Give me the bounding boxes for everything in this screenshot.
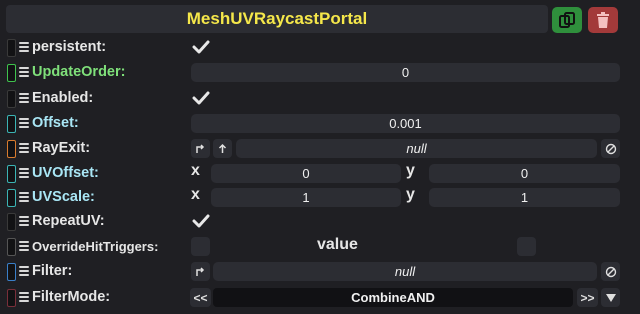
duplicate-icon bbox=[559, 12, 575, 28]
type-chip[interactable] bbox=[7, 64, 16, 82]
row-filter-mode: FilterMode: << CombineAND >> bbox=[0, 286, 640, 310]
uv-offset-y-field[interactable]: 0 bbox=[429, 164, 620, 183]
drag-handle-icon[interactable] bbox=[19, 216, 29, 226]
x-axis-label: x bbox=[191, 162, 200, 179]
x-axis-label: x bbox=[191, 186, 200, 203]
type-chip[interactable] bbox=[7, 115, 16, 133]
persistent-label: persistent: bbox=[32, 39, 107, 55]
drag-handle-icon[interactable] bbox=[19, 168, 29, 178]
drag-handle-icon[interactable] bbox=[19, 143, 29, 153]
drag-handle-icon[interactable] bbox=[19, 292, 29, 302]
update-order-field[interactable]: 0 bbox=[191, 63, 620, 82]
enabled-checkbox[interactable] bbox=[192, 89, 210, 107]
uv-scale-y-field[interactable]: 1 bbox=[429, 188, 620, 207]
uv-scale-x-field[interactable]: 1 bbox=[211, 188, 401, 207]
offset-label: Offset: bbox=[32, 115, 79, 131]
drag-handle-icon[interactable] bbox=[19, 42, 29, 52]
type-chip[interactable] bbox=[7, 263, 16, 281]
row-uv-offset: UVOffset: x 0 y 0 bbox=[0, 162, 640, 186]
row-persistent: persistent: bbox=[0, 36, 640, 60]
type-chip[interactable] bbox=[7, 238, 16, 256]
drag-handle-icon[interactable] bbox=[19, 67, 29, 77]
dropdown-button[interactable] bbox=[601, 288, 620, 307]
drag-handle-icon[interactable] bbox=[19, 93, 29, 103]
filter-label: Filter: bbox=[32, 263, 73, 279]
drag-handle-icon[interactable] bbox=[19, 192, 29, 202]
trash-icon bbox=[597, 12, 609, 28]
override-value-label: value bbox=[317, 236, 358, 253]
repeat-uv-label: RepeatUV: bbox=[32, 213, 105, 229]
ray-exit-label: RayExit: bbox=[32, 140, 91, 156]
null-icon bbox=[605, 143, 616, 154]
return-arrow-icon bbox=[196, 144, 205, 153]
drag-handle-icon[interactable] bbox=[19, 241, 29, 251]
type-chip[interactable] bbox=[7, 39, 16, 57]
drag-handle-icon[interactable] bbox=[19, 266, 29, 276]
uv-offset-label: UVOffset: bbox=[32, 165, 99, 181]
clear-reference-button[interactable] bbox=[601, 262, 620, 281]
row-uv-scale: UVScale: x 1 y 1 bbox=[0, 186, 640, 210]
row-filter: Filter: null bbox=[0, 260, 640, 284]
persistent-checkbox[interactable] bbox=[192, 38, 210, 56]
null-icon bbox=[605, 266, 616, 277]
jump-to-reference-button[interactable] bbox=[191, 139, 210, 158]
row-offset: Offset: 0.001 bbox=[0, 112, 640, 136]
delete-button[interactable] bbox=[588, 7, 618, 33]
clear-reference-button[interactable] bbox=[601, 139, 620, 158]
y-axis-label: y bbox=[406, 186, 415, 203]
override-hit-triggers-label: OverrideHitTriggers: bbox=[32, 239, 159, 254]
type-chip[interactable] bbox=[7, 213, 16, 231]
type-chip[interactable] bbox=[7, 90, 16, 108]
filter-mode-label: FilterMode: bbox=[32, 289, 111, 305]
override-has-value-checkbox[interactable] bbox=[191, 237, 210, 256]
go-up-button[interactable] bbox=[213, 139, 232, 158]
uv-offset-x-field[interactable]: 0 bbox=[211, 164, 401, 183]
row-ray-exit: RayExit: null bbox=[0, 137, 640, 161]
ray-exit-reference-field[interactable]: null bbox=[236, 139, 597, 158]
row-override-hit-triggers: OverrideHitTriggers: value bbox=[0, 235, 640, 259]
component-header: MeshUVRaycastPortal bbox=[6, 5, 548, 33]
offset-field[interactable]: 0.001 bbox=[191, 114, 620, 133]
type-chip[interactable] bbox=[7, 140, 16, 158]
uv-scale-label: UVScale: bbox=[32, 189, 95, 205]
update-order-label: UpdateOrder: bbox=[32, 64, 126, 80]
component-title: MeshUVRaycastPortal bbox=[186, 9, 368, 28]
arrow-up-icon bbox=[218, 143, 227, 153]
type-chip[interactable] bbox=[7, 289, 16, 307]
previous-option-button[interactable]: << bbox=[190, 288, 211, 307]
type-chip[interactable] bbox=[7, 165, 16, 183]
enabled-label: Enabled: bbox=[32, 90, 94, 106]
override-value-checkbox[interactable] bbox=[517, 237, 536, 256]
y-axis-label: y bbox=[406, 162, 415, 179]
type-chip[interactable] bbox=[7, 189, 16, 207]
row-update-order: UpdateOrder: 0 bbox=[0, 61, 640, 85]
next-option-button[interactable]: >> bbox=[577, 288, 598, 307]
chevron-down-icon bbox=[605, 293, 616, 302]
repeat-uv-checkbox[interactable] bbox=[192, 212, 210, 230]
row-enabled: Enabled: bbox=[0, 87, 640, 111]
drag-handle-icon[interactable] bbox=[19, 118, 29, 128]
jump-to-reference-button[interactable] bbox=[191, 262, 210, 281]
filter-mode-select[interactable]: CombineAND bbox=[213, 288, 573, 307]
return-arrow-icon bbox=[196, 267, 205, 276]
duplicate-button[interactable] bbox=[552, 7, 582, 33]
filter-reference-field[interactable]: null bbox=[213, 262, 597, 281]
row-repeat-uv: RepeatUV: bbox=[0, 210, 640, 234]
